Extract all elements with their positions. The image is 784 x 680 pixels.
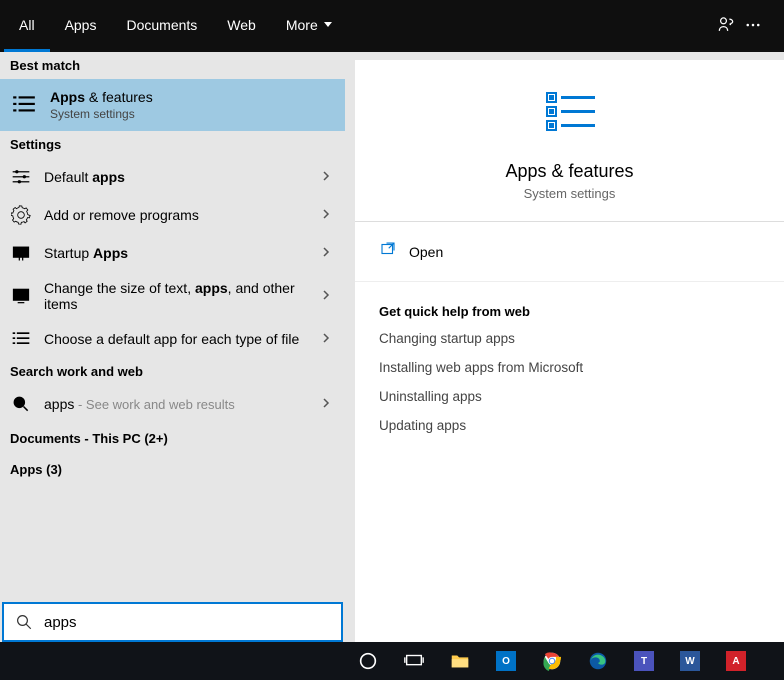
open-icon [379, 240, 397, 263]
result-default-filetype[interactable]: Choose a default app for each type of fi… [0, 320, 345, 358]
preview-subtitle: System settings [524, 186, 616, 201]
result-label: apps - See work and web results [44, 396, 335, 412]
display-icon [10, 285, 32, 307]
edge-icon[interactable] [575, 642, 621, 680]
adobe-icon[interactable]: A [713, 642, 759, 680]
result-startup-apps[interactable]: Startup Apps [0, 234, 345, 272]
result-search-web[interactable]: apps - See work and web results [0, 385, 345, 423]
best-match-title: Apps & features [50, 89, 153, 105]
help-link[interactable]: Installing web apps from Microsoft [379, 360, 760, 375]
result-label: Choose a default app for each type of fi… [44, 331, 335, 347]
taskview-icon[interactable] [391, 642, 437, 680]
chrome-icon[interactable] [529, 642, 575, 680]
tab-web[interactable]: Web [212, 0, 271, 52]
result-label: Default apps [44, 169, 335, 185]
tab-all[interactable]: All [4, 0, 50, 52]
file-explorer-icon[interactable] [437, 642, 483, 680]
help-title: Get quick help from web [379, 304, 760, 319]
chevron-right-icon [321, 168, 331, 186]
result-add-remove[interactable]: Add or remove programs [0, 196, 345, 234]
word-icon[interactable]: W [667, 642, 713, 680]
best-match-subtitle: System settings [50, 107, 153, 121]
chevron-right-icon [321, 206, 331, 224]
chevron-right-icon [321, 287, 331, 305]
search-icon [4, 613, 44, 631]
open-action[interactable]: Open [355, 222, 784, 282]
results-panel: Best match Apps & features System settin… [0, 52, 345, 642]
preview-title: Apps & features [505, 161, 633, 182]
chevron-right-icon [321, 330, 331, 348]
list-icon [10, 91, 38, 119]
chevron-down-icon [324, 22, 332, 27]
list-icon [535, 85, 605, 145]
taskbar: O T W A [0, 642, 784, 680]
teams-icon[interactable]: T [621, 642, 667, 680]
search-tabs: All Apps Documents Web More [0, 0, 784, 52]
list-icon [10, 328, 32, 350]
settings-label: Settings [0, 131, 345, 158]
best-match-result[interactable]: Apps & features System settings [0, 79, 345, 131]
tab-apps[interactable]: Apps [50, 0, 112, 52]
tab-documents[interactable]: Documents [111, 0, 212, 52]
result-default-apps[interactable]: Default apps [0, 158, 345, 196]
result-label: Startup Apps [44, 245, 335, 261]
outlook-icon[interactable]: O [483, 642, 529, 680]
chevron-right-icon [321, 395, 331, 413]
sliders-icon [10, 166, 32, 188]
open-label: Open [409, 244, 443, 260]
options-icon[interactable] [744, 16, 762, 37]
documents-header[interactable]: Documents - This PC (2+) [0, 423, 345, 454]
search-icon [10, 393, 32, 415]
result-label: Change the size of text, apps, and other… [44, 280, 335, 312]
cortana-icon[interactable] [345, 642, 391, 680]
gear-icon [10, 204, 32, 226]
help-link[interactable]: Changing startup apps [379, 331, 760, 346]
window-icon [10, 242, 32, 264]
chevron-right-icon [321, 244, 331, 262]
search-box[interactable] [2, 602, 343, 642]
best-match-label: Best match [0, 52, 345, 79]
apps-header[interactable]: Apps (3) [0, 454, 345, 485]
search-input[interactable] [44, 614, 341, 631]
feedback-icon[interactable] [716, 15, 736, 38]
result-text-size[interactable]: Change the size of text, apps, and other… [0, 272, 345, 320]
preview-panel: Apps & features System settings Open Get… [355, 60, 784, 642]
search-web-label: Search work and web [0, 358, 345, 385]
result-label: Add or remove programs [44, 207, 335, 223]
help-link[interactable]: Uninstalling apps [379, 389, 760, 404]
help-link[interactable]: Updating apps [379, 418, 760, 433]
tab-more[interactable]: More [271, 0, 347, 52]
